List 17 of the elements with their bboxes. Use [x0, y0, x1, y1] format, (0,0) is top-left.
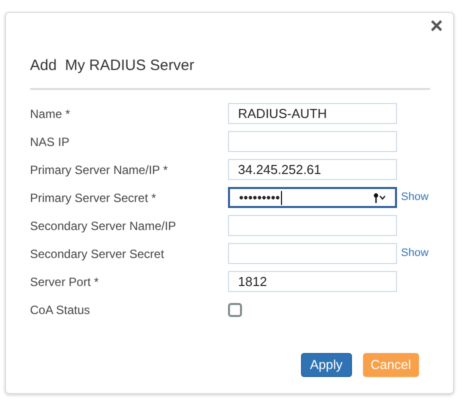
apply-button[interactable]: Apply — [301, 352, 352, 376]
show-link[interactable]: Show — [401, 189, 429, 206]
field-label: Secondary Server Secret — [30, 246, 166, 262]
dialog-title: Add My RADIUS Server — [30, 55, 430, 90]
show-link[interactable]: Show — [401, 245, 429, 262]
field-label: Primary Server Name/IP * — [30, 162, 169, 178]
input-field[interactable]: 1812 — [228, 271, 397, 292]
input-field[interactable]: 34.245.252.61 — [228, 159, 397, 180]
field-label: CoA Status — [30, 302, 92, 318]
input-field[interactable]: RADIUS-AUTH — [228, 103, 397, 124]
field-label: Name * — [30, 106, 72, 122]
field-label: Secondary Server Name/IP — [30, 218, 178, 234]
field-label: Primary Server Secret * — [30, 190, 158, 206]
close-button[interactable]: × — [430, 15, 443, 37]
field-label: NAS IP — [30, 134, 70, 150]
password-field[interactable]: ••••••••• — [228, 187, 397, 208]
field-label: Server Port * — [30, 274, 100, 290]
